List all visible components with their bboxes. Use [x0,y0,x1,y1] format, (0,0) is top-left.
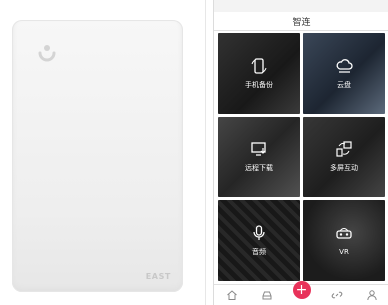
tile-label: VR [339,248,349,257]
phone-app-screen: 智连 手机备份 云盘 远程下载 多屏互动 音频 VR + [213,0,388,305]
title-bar: 智连 [214,12,388,31]
remote-download-icon [250,140,268,158]
plus-icon: + [292,281,311,299]
user-icon [366,290,377,301]
feature-grid: 手机备份 云盘 远程下载 多屏互动 音频 VR [218,33,385,281]
cloud-drive-icon [335,57,353,75]
vr-headset-icon [335,225,353,243]
brand-logo-icon [38,45,56,62]
drive-icon [262,291,271,300]
tile-multiscreen[interactable]: 多屏互动 [303,116,385,198]
nav-device[interactable] [255,286,279,304]
microphone-icon [250,224,268,242]
link-icon [331,291,342,299]
tile-audio[interactable]: 音频 [218,200,300,281]
home-icon [226,290,237,300]
product-panel: EAST [0,0,206,305]
tile-label: 音频 [252,248,266,257]
tile-phone-backup[interactable]: 手机备份 [218,33,300,114]
device-brand-text: EAST [145,272,171,281]
tile-cloud-drive[interactable]: 云盘 [303,33,385,114]
phone-backup-icon [250,57,268,75]
tile-remote-download[interactable]: 远程下载 [218,116,300,198]
nav-user[interactable] [360,286,384,304]
tile-label: 多屏互动 [330,164,358,173]
bottom-navigation: + [214,281,388,305]
multiscreen-icon [335,140,353,158]
nav-add[interactable]: + [290,281,314,304]
nav-home[interactable] [220,286,244,304]
tile-label: 远程下载 [245,164,273,173]
tile-label: 云盘 [337,80,351,89]
tile-vr[interactable]: VR [303,200,385,281]
page-title: 智连 [292,17,311,28]
hard-drive-image: EAST [12,20,183,292]
nav-link[interactable] [325,286,349,304]
tile-label: 手机备份 [245,80,273,89]
